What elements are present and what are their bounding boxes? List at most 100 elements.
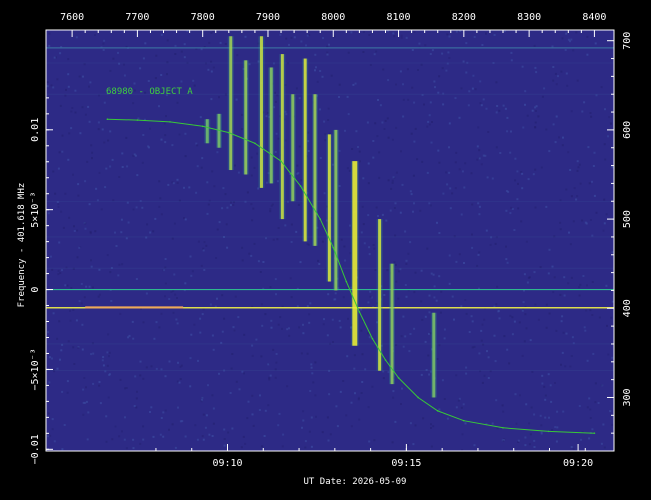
x-axis-title: UT Date: 2026-05-09 bbox=[304, 477, 407, 487]
noise-speck bbox=[529, 339, 532, 342]
noise-speck bbox=[250, 254, 253, 257]
noise-speck bbox=[540, 166, 543, 169]
noise-speck bbox=[399, 211, 402, 214]
noise-speck bbox=[524, 444, 527, 447]
noise-speck bbox=[135, 206, 138, 209]
noise-speck bbox=[57, 203, 60, 206]
noise-speck bbox=[455, 406, 458, 409]
noise-speck bbox=[465, 312, 468, 315]
noise-speck bbox=[277, 424, 280, 427]
noise-speck bbox=[339, 390, 342, 393]
noise-speck bbox=[552, 66, 555, 68]
noise-speck bbox=[603, 198, 606, 201]
noise-speck bbox=[90, 144, 93, 147]
noise-speck bbox=[80, 282, 83, 285]
noise-speck bbox=[342, 296, 345, 299]
noise-speck bbox=[350, 31, 353, 34]
noise-speck bbox=[583, 326, 586, 329]
noise-speck bbox=[534, 66, 537, 69]
noise-speck bbox=[524, 313, 527, 316]
noise-speck bbox=[276, 94, 279, 97]
noise-speck bbox=[443, 337, 446, 340]
noise-speck bbox=[344, 259, 347, 262]
noise-speck bbox=[83, 377, 86, 379]
noise-speck bbox=[455, 30, 458, 33]
noise-speck bbox=[163, 269, 166, 272]
noise-speck bbox=[125, 447, 128, 450]
noise-speck bbox=[569, 40, 571, 43]
noise-speck bbox=[174, 293, 177, 296]
noise-speck bbox=[109, 271, 112, 274]
bottom-axis-tick-label: 09:20 bbox=[563, 458, 593, 469]
noise-speck bbox=[323, 192, 326, 195]
noise-speck bbox=[373, 439, 376, 442]
noise-speck bbox=[51, 418, 54, 421]
noise-speck bbox=[98, 293, 101, 296]
noise-speck bbox=[265, 181, 268, 184]
noise-speck bbox=[376, 135, 379, 138]
noise-speck bbox=[230, 201, 232, 204]
noise-speck bbox=[429, 204, 432, 207]
noise-speck bbox=[535, 71, 538, 74]
noise-speck bbox=[493, 334, 496, 337]
right-axis-tick-label: 500 bbox=[622, 210, 633, 228]
noise-speck bbox=[498, 109, 501, 112]
noise-speck bbox=[178, 381, 181, 384]
noise-speck bbox=[65, 88, 67, 91]
noise-speck bbox=[357, 396, 360, 399]
noise-speck bbox=[378, 176, 381, 179]
bottom-axis-tick-label: 09:10 bbox=[212, 458, 242, 469]
noise-speck bbox=[327, 107, 330, 110]
noise-speck bbox=[107, 333, 110, 336]
noise-speck bbox=[487, 377, 490, 379]
noise-speck bbox=[565, 188, 568, 191]
noise-speck bbox=[555, 329, 558, 332]
noise-speck bbox=[120, 231, 123, 234]
noise-speck bbox=[332, 341, 334, 343]
noise-speck bbox=[413, 202, 415, 205]
noise-speck bbox=[404, 230, 407, 233]
noise-speck bbox=[400, 36, 403, 39]
noise-speck bbox=[272, 238, 275, 241]
noise-speck bbox=[179, 365, 182, 368]
noise-speck bbox=[160, 33, 163, 36]
noise-speck bbox=[438, 75, 441, 78]
noise-speck bbox=[200, 400, 203, 403]
noise-speck bbox=[570, 446, 573, 448]
noise-speck bbox=[397, 270, 400, 273]
noise-speck bbox=[135, 397, 138, 400]
noise-speck bbox=[178, 133, 181, 136]
noise-speck bbox=[67, 340, 70, 343]
noise-speck bbox=[87, 105, 90, 108]
noise-speck bbox=[102, 356, 105, 359]
noise-speck bbox=[179, 420, 182, 423]
noise-speck bbox=[522, 301, 525, 304]
noise-speck bbox=[106, 351, 109, 354]
noise-speck bbox=[107, 139, 110, 142]
noise-speck bbox=[275, 361, 278, 364]
noise-speck bbox=[171, 423, 174, 426]
noise-speck bbox=[121, 166, 124, 168]
noise-speck bbox=[412, 174, 415, 177]
left-axis-tick-label: 0.01 bbox=[30, 118, 41, 142]
noise-speck bbox=[135, 278, 138, 280]
noise-speck bbox=[472, 74, 475, 77]
noise-speck bbox=[134, 154, 137, 157]
noise-speck bbox=[550, 400, 553, 403]
noise-speck bbox=[118, 176, 121, 178]
noise-speck bbox=[516, 170, 519, 173]
noise-speck bbox=[71, 107, 74, 109]
noise-speck bbox=[480, 339, 483, 342]
top-axis-tick-label: 8000 bbox=[321, 12, 345, 23]
noise-speck bbox=[534, 106, 537, 109]
noise-speck bbox=[114, 425, 117, 428]
noise-speck bbox=[441, 67, 444, 70]
noise-speck bbox=[604, 108, 606, 111]
noise-speck bbox=[519, 394, 521, 397]
noise-speck bbox=[585, 309, 588, 312]
noise-speck bbox=[483, 318, 486, 321]
noise-speck bbox=[405, 259, 408, 262]
noise-speck bbox=[261, 445, 264, 448]
noise-speck bbox=[211, 334, 214, 337]
noise-speck bbox=[106, 254, 109, 257]
